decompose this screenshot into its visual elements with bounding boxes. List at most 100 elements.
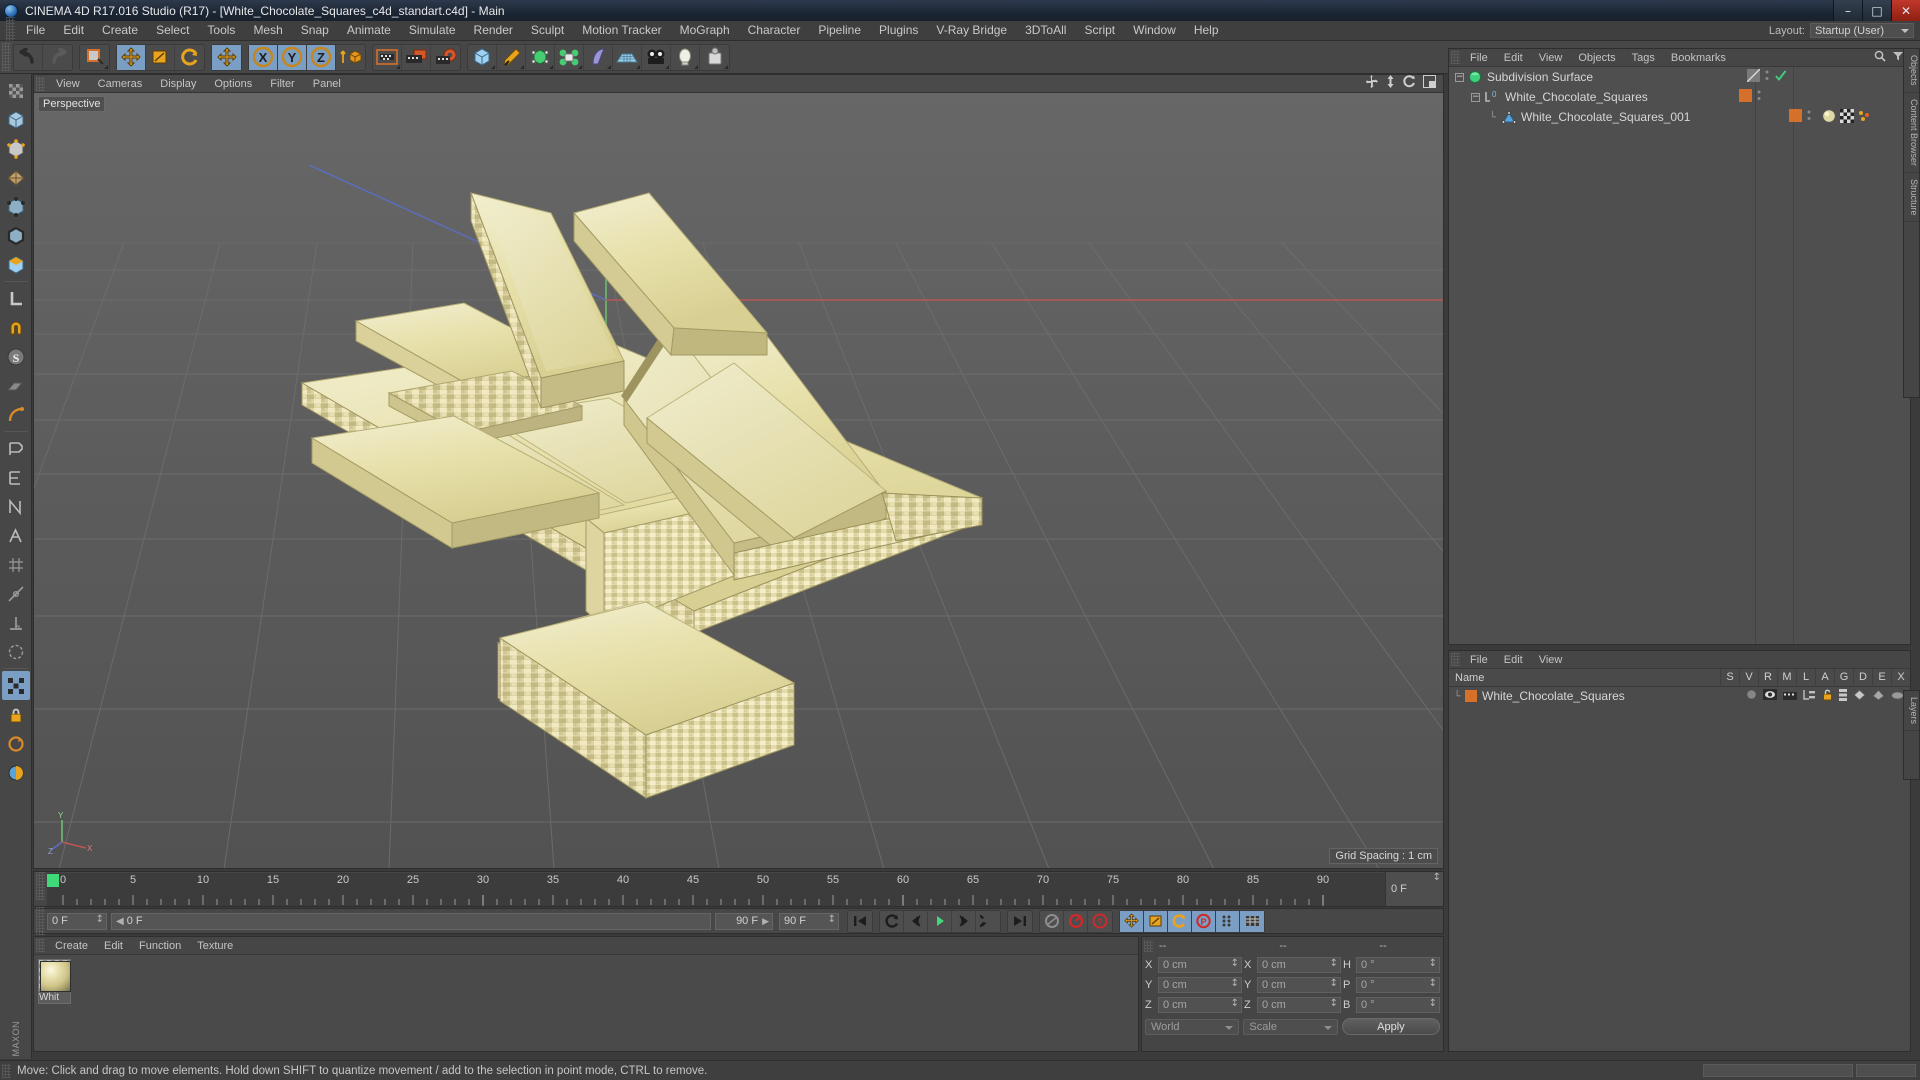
- timeline-ruler[interactable]: 0 5 10 15 20 25 30 35 40 45 50 55 60 65 …: [47, 873, 1385, 906]
- expander-toggle[interactable]: −: [1455, 72, 1464, 82]
- frame-slider-field[interactable]: ◀ 0 F: [111, 912, 711, 930]
- spline-pen-icon[interactable]: [497, 44, 526, 70]
- input-size-y[interactable]: 0 cm: [1257, 977, 1341, 993]
- live-selection-icon[interactable]: [80, 45, 109, 70]
- viewport-solo-icon[interactable]: [1, 671, 30, 700]
- tag-dots-icon[interactable]: [1756, 89, 1762, 105]
- om-menu-tags[interactable]: Tags: [1624, 52, 1663, 64]
- guide-snap-icon[interactable]: [2, 579, 30, 608]
- search-icon[interactable]: [1874, 49, 1886, 67]
- timeline-grip-handle[interactable]: [36, 872, 45, 900]
- om-menu-bookmarks[interactable]: Bookmarks: [1663, 52, 1734, 64]
- tag-dots-icon[interactable]: [1806, 109, 1812, 125]
- playbar-grip-handle[interactable]: [36, 907, 45, 935]
- play-forward-icon[interactable]: [928, 910, 952, 932]
- point-level-anim-icon[interactable]: [1216, 910, 1240, 932]
- undo-icon[interactable]: [14, 44, 43, 70]
- quantize-icon[interactable]: [2, 400, 30, 429]
- render-view-icon[interactable]: [373, 44, 402, 70]
- mm-menu-create[interactable]: Create: [47, 940, 96, 952]
- mm-menu-edit[interactable]: Edit: [96, 940, 131, 952]
- model-mode-icon[interactable]: [2, 105, 30, 134]
- toolbar-grip-handle[interactable]: [2, 43, 11, 71]
- texture-axis-icon[interactable]: [2, 76, 30, 105]
- menu-mesh[interactable]: Mesh: [244, 21, 291, 40]
- mm-menu-function[interactable]: Function: [131, 940, 189, 952]
- timeline-end-frame-field[interactable]: 0 F: [1385, 872, 1443, 906]
- viewport-menu-cameras[interactable]: Cameras: [89, 78, 152, 90]
- lm-menu-view[interactable]: View: [1531, 654, 1571, 666]
- material-list[interactable]: Whit: [34, 955, 1138, 1051]
- layer-color-swatch[interactable]: [1465, 690, 1477, 702]
- input-rot-h[interactable]: 0 °: [1356, 957, 1440, 973]
- mm-menu-texture[interactable]: Texture: [189, 940, 241, 952]
- material-item[interactable]: Whit: [38, 959, 71, 1004]
- uvw-tag-icon[interactable]: [1840, 108, 1854, 126]
- position-key-icon[interactable]: [1120, 910, 1144, 932]
- manager-icon[interactable]: [1803, 689, 1816, 703]
- render-icon[interactable]: [1783, 689, 1797, 703]
- lock-solo-icon[interactable]: [2, 700, 30, 729]
- deformer-icon[interactable]: [1872, 688, 1885, 704]
- bend-deformer-icon[interactable]: [584, 44, 613, 70]
- rotate-view-icon[interactable]: [1403, 74, 1416, 93]
- om-menu-view[interactable]: View: [1531, 52, 1571, 64]
- texture-mode-icon[interactable]: [2, 163, 30, 192]
- current-frame-field[interactable]: 0 F: [47, 912, 107, 930]
- tag-dots-icon[interactable]: [1764, 69, 1770, 85]
- floor-environment-icon[interactable]: [613, 44, 642, 70]
- point-mode-icon[interactable]: [2, 192, 30, 221]
- layer-row[interactable]: └ White_Chocolate_Squares: [1449, 687, 1910, 705]
- pan-view-icon[interactable]: [1365, 74, 1378, 93]
- maximize-view-icon[interactable]: [1423, 74, 1436, 93]
- scale-key-icon[interactable]: [1144, 910, 1168, 932]
- lock-icon[interactable]: [1822, 689, 1833, 704]
- column-header-l[interactable]: L: [1796, 668, 1815, 687]
- menu-edit[interactable]: Edit: [54, 21, 93, 40]
- column-header-x[interactable]: X: [1891, 668, 1910, 687]
- column-header-v[interactable]: V: [1739, 668, 1758, 687]
- max-frame-field[interactable]: 90 F: [779, 912, 839, 930]
- viewport-grip-handle[interactable]: [36, 76, 45, 91]
- step-back-icon[interactable]: [904, 910, 928, 932]
- object-row-subdivision-surface[interactable]: − Subdivision Surface: [1449, 67, 1910, 87]
- input-pos-z[interactable]: 0 cm: [1158, 997, 1242, 1013]
- menu-animate[interactable]: Animate: [338, 21, 400, 40]
- viewport-menu-panel[interactable]: Panel: [304, 78, 350, 90]
- layout-dropdown[interactable]: Startup (User): [1810, 23, 1914, 38]
- menu-tools[interactable]: Tools: [198, 21, 244, 40]
- menu-render[interactable]: Render: [465, 21, 522, 40]
- cube-primitive-icon[interactable]: [468, 44, 497, 70]
- color-picker-icon[interactable]: [2, 758, 30, 787]
- object-manager-tree[interactable]: − Subdivision Surface − 0 White_Chocolat…: [1449, 67, 1910, 644]
- tab-structure[interactable]: Structure: [1904, 173, 1919, 223]
- apply-button[interactable]: Apply: [1341, 1018, 1440, 1035]
- z-axis-lock-icon[interactable]: Z: [307, 44, 336, 70]
- timeline-toggle-icon[interactable]: [1240, 910, 1264, 932]
- loop-forward-icon[interactable]: [976, 911, 1000, 932]
- object-row-white-chocolate-squares-001[interactable]: └ White_Chocolate_Squares_001: [1449, 107, 1910, 127]
- texture-tag-icon[interactable]: [1858, 110, 1870, 125]
- close-button[interactable]: ✕: [1891, 0, 1920, 21]
- record-active-objects-icon[interactable]: [1040, 910, 1064, 932]
- move-axis-icon[interactable]: [212, 44, 241, 70]
- viewport-menu-view[interactable]: View: [47, 78, 89, 90]
- input-rot-p[interactable]: 0 °: [1356, 977, 1440, 993]
- visible-icon[interactable]: [1763, 689, 1777, 703]
- viewport-menu-display[interactable]: Display: [151, 78, 205, 90]
- column-header-r[interactable]: R: [1758, 668, 1777, 687]
- object-manager-grip-handle[interactable]: [1451, 51, 1460, 64]
- rotation-key-icon[interactable]: [1168, 910, 1192, 932]
- menu-plugins[interactable]: Plugins: [870, 21, 927, 40]
- enabled-check-icon[interactable]: [1774, 69, 1787, 85]
- menu-sculpt[interactable]: Sculpt: [522, 21, 573, 40]
- material-manager-grip-handle[interactable]: [36, 939, 45, 952]
- checker-tag-icon[interactable]: [1746, 68, 1761, 85]
- input-pos-y[interactable]: 0 cm: [1158, 977, 1242, 993]
- input-rot-b[interactable]: 0 °: [1356, 997, 1440, 1013]
- render-region-icon[interactable]: [402, 44, 431, 70]
- go-to-end-icon[interactable]: [1008, 911, 1032, 932]
- redo-icon[interactable]: [43, 45, 72, 70]
- axis-lock-L-icon[interactable]: [2, 284, 30, 313]
- render-settings-icon[interactable]: [431, 45, 460, 70]
